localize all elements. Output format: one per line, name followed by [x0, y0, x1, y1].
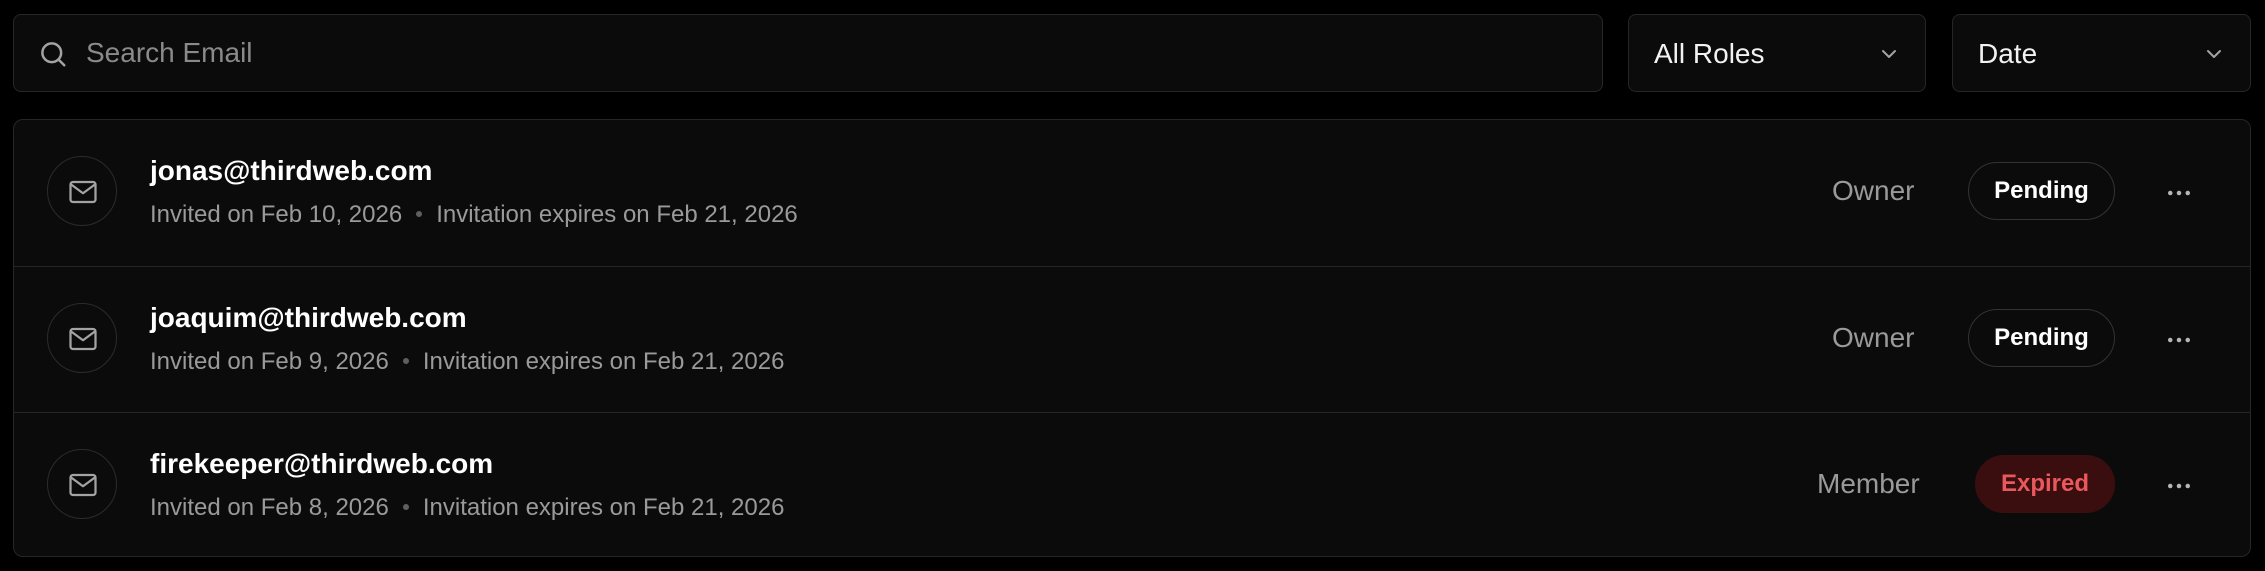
invites-list: jonas@thirdweb.com Invited on Feb 10, 20… — [13, 119, 2251, 557]
status-badge: Pending — [1968, 309, 2115, 367]
member-role: Owner — [1832, 322, 1915, 353]
role-filter-label: All Roles — [1654, 38, 1765, 69]
search-input[interactable] — [86, 15, 1566, 91]
row-actions-button[interactable] — [2164, 471, 2194, 501]
search-icon — [41, 42, 66, 67]
expiry-date: Invitation expires on Feb 21, 2026 — [422, 494, 785, 521]
row-actions-button[interactable] — [2164, 325, 2194, 355]
separator-dot — [402, 503, 409, 510]
avatar — [47, 449, 117, 519]
more-horizontal-icon — [2168, 483, 2190, 489]
avatar — [47, 303, 117, 373]
row-actions-button[interactable] — [2164, 178, 2194, 208]
list-item: jonas@thirdweb.com Invited on Feb 10, 20… — [14, 120, 2250, 266]
role-filter-select[interactable]: All Roles — [1628, 14, 1926, 92]
sort-label: Date — [1978, 38, 2038, 69]
more-horizontal-icon — [2168, 337, 2190, 343]
invites-page: All Roles Date jonas@thirdweb.com Invit — [0, 0, 2265, 571]
invite-meta: Invited on Feb 9, 2026 Invitation expires… — [150, 347, 784, 377]
chevron-down-icon — [2207, 50, 2221, 58]
avatar — [47, 156, 117, 226]
invited-date: Invited on Feb 8, 2026 — [150, 494, 389, 521]
mail-icon — [69, 327, 97, 351]
invite-meta: Invited on Feb 8, 2026 Invitation expires… — [150, 493, 784, 523]
member-role: Owner — [1832, 175, 1915, 206]
list-item: firekeeper@thirdweb.com Invited on Feb 8… — [14, 412, 2250, 556]
chevron-down-icon — [1882, 50, 1896, 58]
separator-dot — [416, 210, 423, 217]
status-badge: Pending — [1968, 162, 2115, 220]
list-item: joaquim@thirdweb.com Invited on Feb 9, 2… — [14, 266, 2250, 412]
status-badge: Expired — [1975, 455, 2115, 513]
filter-toolbar: All Roles Date — [13, 14, 2251, 94]
invited-date: Invited on Feb 9, 2026 — [150, 348, 389, 375]
more-horizontal-icon — [2168, 190, 2190, 196]
member-email: joaquim@thirdweb.com — [150, 302, 467, 333]
mail-icon — [69, 473, 97, 497]
expiry-date: Invitation expires on Feb 21, 2026 — [436, 201, 798, 228]
invited-date: Invited on Feb 10, 2026 — [150, 201, 403, 228]
search-box[interactable] — [13, 14, 1603, 92]
member-role: Member — [1817, 468, 1920, 499]
sort-select[interactable]: Date — [1952, 14, 2251, 92]
member-email: firekeeper@thirdweb.com — [150, 448, 494, 479]
separator-dot — [402, 357, 409, 364]
invite-meta: Invited on Feb 10, 2026 Invitation expire… — [150, 200, 798, 230]
mail-icon — [69, 180, 97, 204]
expiry-date: Invitation expires on Feb 21, 2026 — [422, 348, 785, 375]
member-email: jonas@thirdweb.com — [150, 155, 433, 186]
